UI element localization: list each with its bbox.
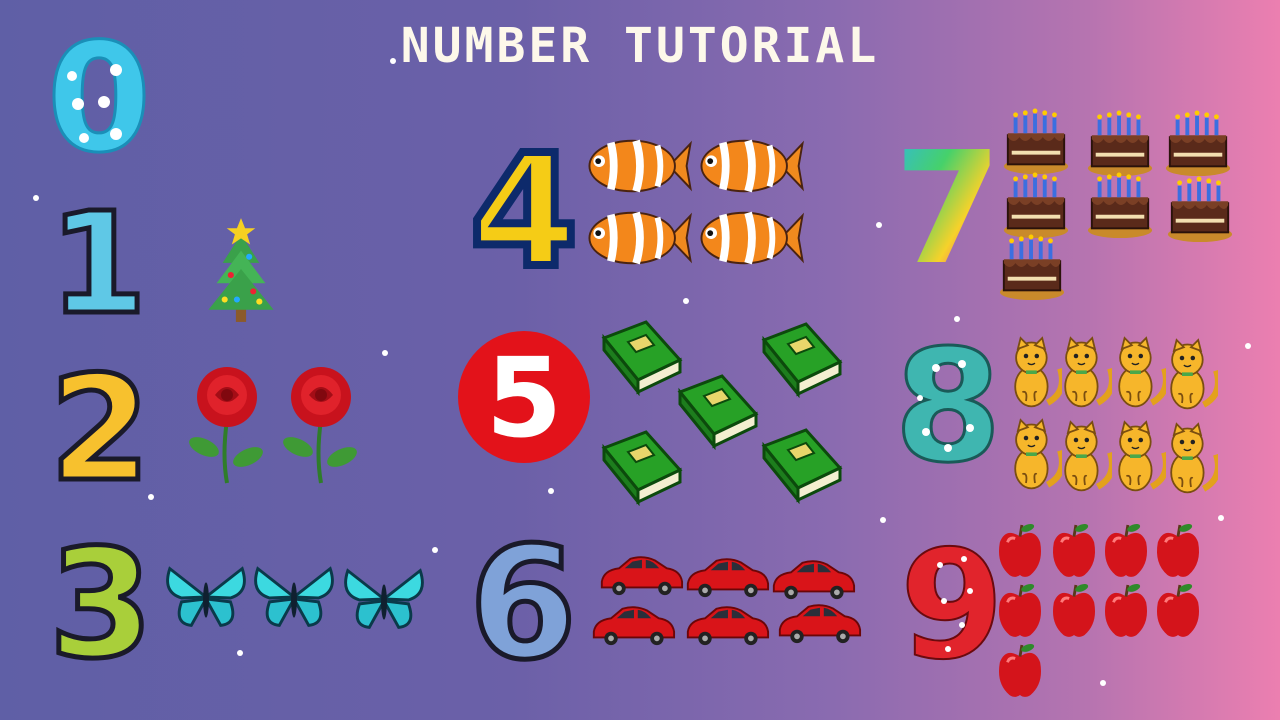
numeral-four: 4 — [472, 135, 577, 275]
page-title: NUMBER TUTORIAL — [400, 18, 880, 74]
snow-dot — [683, 298, 689, 304]
snow-dot — [876, 222, 882, 228]
cat-icon — [1112, 420, 1166, 496]
car-icon — [684, 555, 770, 599]
clownfish-icon — [585, 132, 693, 200]
apple-icon — [1102, 580, 1150, 640]
snow-dot — [1218, 515, 1224, 521]
apple-icon — [1050, 580, 1098, 640]
numeral-zero: 0 — [45, 30, 152, 160]
birthday-cake-icon — [1086, 172, 1154, 240]
numeral-six: 6 — [468, 525, 578, 665]
snow-dot — [390, 58, 396, 64]
butterfly-icon — [340, 564, 428, 634]
birthday-cake-icon — [998, 234, 1066, 302]
snow-dot — [432, 547, 438, 553]
numeral-zero-text: 0 — [47, 30, 151, 160]
clownfish-icon — [697, 204, 805, 272]
cat-icon — [1164, 422, 1218, 498]
snow-dot — [548, 488, 554, 494]
cat-icon — [1164, 338, 1218, 414]
numeral-four-text: 4 — [472, 135, 577, 275]
apple-icon — [1154, 580, 1202, 640]
snow-dot — [33, 195, 39, 201]
car-icon — [770, 557, 856, 601]
cat-icon — [1058, 336, 1112, 412]
numeral-seven: 7 — [898, 132, 998, 272]
birthday-cake-icon — [1166, 176, 1234, 244]
numeral-five-text: 5 — [486, 334, 563, 462]
apple-icon — [996, 520, 1044, 580]
book-icon — [756, 318, 846, 398]
snow-dot — [954, 316, 960, 322]
birthday-cake-icon — [1002, 108, 1070, 176]
snow-dot — [237, 650, 243, 656]
rose-icon — [182, 365, 272, 485]
apple-icon — [996, 640, 1044, 700]
book-icon — [756, 424, 846, 504]
numeral-nine: 9 — [904, 525, 1004, 665]
snow-dot — [1245, 343, 1251, 349]
snow-dot — [1100, 680, 1106, 686]
numeral-three: 3 — [56, 528, 146, 663]
car-icon — [598, 553, 684, 597]
numeral-seven-text: 7 — [898, 132, 998, 272]
clownfish-icon — [697, 132, 805, 200]
numeral-three-text: 3 — [56, 528, 146, 663]
butterfly-icon — [250, 562, 338, 632]
apple-icon — [996, 580, 1044, 640]
cat-icon — [1112, 336, 1166, 412]
birthday-cake-icon — [1086, 110, 1154, 178]
book-icon — [596, 426, 686, 506]
birthday-cake-icon — [1002, 172, 1070, 240]
numeral-nine-text: 9 — [904, 525, 1004, 665]
snow-dot — [148, 494, 154, 500]
christmas-tree-icon — [200, 214, 282, 326]
apple-icon — [1050, 520, 1098, 580]
numeral-one-text: 1 — [56, 195, 146, 320]
cat-icon — [1058, 420, 1112, 496]
numeral-eight: 8 — [896, 328, 1001, 468]
cat-icon — [1008, 418, 1062, 494]
birthday-cake-icon — [1164, 110, 1232, 178]
butterfly-icon — [162, 562, 250, 632]
snow-dot — [382, 350, 388, 356]
apple-icon — [1102, 520, 1150, 580]
rose-icon — [276, 365, 366, 485]
car-icon — [776, 601, 862, 645]
numeral-six-text: 6 — [469, 525, 577, 665]
snow-dot — [880, 517, 886, 523]
car-icon — [590, 603, 676, 647]
apple-icon — [1154, 520, 1202, 580]
cat-icon — [1008, 336, 1062, 412]
numeral-two-text: 2 — [52, 355, 147, 485]
numeral-one: 1 — [56, 195, 146, 320]
numeral-two: 2 — [52, 355, 147, 485]
clownfish-icon — [585, 204, 693, 272]
car-icon — [684, 603, 770, 647]
numeral-five: 5 — [458, 331, 590, 463]
